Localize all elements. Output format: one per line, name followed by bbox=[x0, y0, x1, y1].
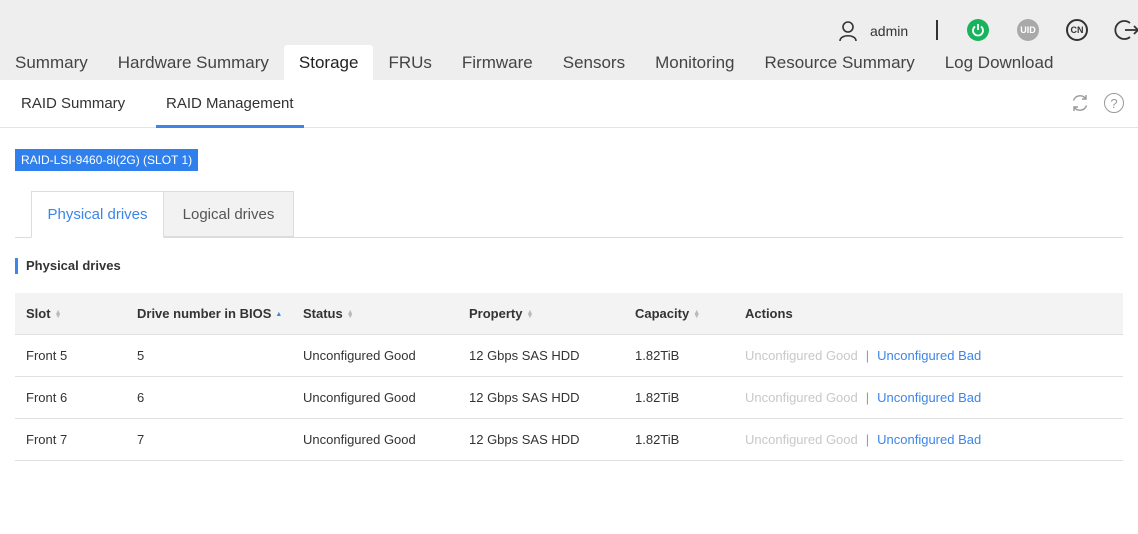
tab-resource-summary[interactable]: Resource Summary bbox=[749, 45, 929, 80]
table-header: Slot ▲ ▼ Drive number in BIOS ▲ Status ▲ ▼ Pr… bbox=[15, 293, 1123, 335]
cell-status: Unconfigured Good bbox=[303, 432, 416, 447]
action-separator: | bbox=[865, 432, 870, 447]
action-separator: | bbox=[865, 348, 870, 363]
cell-bios: 6 bbox=[137, 390, 145, 405]
physical-drives-table: Slot ▲ ▼ Drive number in BIOS ▲ Status ▲ ▼ Pr… bbox=[15, 293, 1123, 461]
tab-log-download[interactable]: Log Download bbox=[930, 45, 1069, 80]
cell-capacity: 1.82TiB bbox=[635, 348, 680, 363]
tab-storage[interactable]: Storage bbox=[283, 45, 374, 80]
table-row: Front 5 5 Unconfigured Good 12 Gbps SAS … bbox=[15, 335, 1123, 377]
cell-actions: Unconfigured Good | Unconfigured Bad bbox=[745, 377, 981, 418]
action-unconfigured-good: Unconfigured Good bbox=[745, 432, 858, 447]
section-title: Physical drives bbox=[15, 257, 121, 274]
sort-icon[interactable]: ▲ ▼ bbox=[55, 309, 62, 320]
column-header-slot[interactable]: Slot ▲ ▼ bbox=[26, 293, 62, 334]
username: admin bbox=[870, 23, 909, 39]
column-header-label: Drive number in BIOS bbox=[137, 306, 272, 321]
power-icon[interactable] bbox=[967, 19, 989, 41]
header-divider bbox=[936, 20, 938, 40]
column-header-property[interactable]: Property ▲ ▼ bbox=[469, 293, 533, 334]
main-nav: Summary Hardware Summary Storage FRUs Fi… bbox=[0, 45, 1068, 80]
table-row: Front 6 6 Unconfigured Good 12 Gbps SAS … bbox=[15, 377, 1123, 419]
sort-asc-icon[interactable]: ▲ bbox=[275, 311, 282, 318]
cell-bios: 7 bbox=[137, 432, 145, 447]
action-unconfigured-bad[interactable]: Unconfigured Bad bbox=[877, 432, 981, 447]
cell-bios: 5 bbox=[137, 348, 145, 363]
tab-firmware[interactable]: Firmware bbox=[447, 45, 548, 80]
top-bar: admin UID CN Summary Hardware Summary St… bbox=[0, 0, 1138, 80]
controller-label[interactable]: RAID-LSI-9460-8i(2G) (SLOT 1) bbox=[15, 149, 199, 171]
column-header-bios[interactable]: Drive number in BIOS ▲ bbox=[137, 293, 282, 334]
table-row: Front 7 7 Unconfigured Good 12 Gbps SAS … bbox=[15, 419, 1123, 461]
tab-summary[interactable]: Summary bbox=[0, 45, 103, 80]
cell-status: Unconfigured Good bbox=[303, 348, 416, 363]
column-header-status[interactable]: Status ▲ ▼ bbox=[303, 293, 354, 334]
action-unconfigured-bad[interactable]: Unconfigured Bad bbox=[877, 348, 981, 363]
subtab-raid-summary[interactable]: RAID Summary bbox=[21, 80, 125, 127]
action-unconfigured-good: Unconfigured Good bbox=[745, 390, 858, 405]
sort-icon[interactable]: ▲ ▼ bbox=[347, 309, 354, 320]
user-menu[interactable]: admin bbox=[838, 18, 908, 44]
tab-monitoring[interactable]: Monitoring bbox=[640, 45, 749, 80]
refresh-icon[interactable] bbox=[1069, 92, 1091, 114]
tab-logical-drives[interactable]: Logical drives bbox=[164, 191, 294, 237]
cell-property: 12 Gbps SAS HDD bbox=[469, 432, 580, 447]
help-icon[interactable]: ? bbox=[1104, 93, 1124, 113]
cell-status: Unconfigured Good bbox=[303, 390, 416, 405]
tab-hardware-summary[interactable]: Hardware Summary bbox=[103, 45, 284, 80]
user-icon bbox=[838, 20, 858, 42]
sub-nav: RAID Summary RAID Management bbox=[0, 80, 1138, 128]
cell-property: 12 Gbps SAS HDD bbox=[469, 348, 580, 363]
action-unconfigured-bad[interactable]: Unconfigured Bad bbox=[877, 390, 981, 405]
column-header-label: Property bbox=[469, 306, 523, 321]
cell-actions: Unconfigured Good | Unconfigured Bad bbox=[745, 419, 981, 460]
column-header-label: Slot bbox=[26, 306, 51, 321]
column-header-capacity[interactable]: Capacity ▲ ▼ bbox=[635, 293, 700, 334]
language-icon[interactable]: CN bbox=[1066, 19, 1088, 41]
sort-icon[interactable]: ▲ ▼ bbox=[526, 309, 533, 320]
cell-slot: Front 7 bbox=[26, 432, 68, 447]
section-title-bar bbox=[15, 257, 18, 274]
tab-sensors[interactable]: Sensors bbox=[548, 45, 640, 80]
cell-property: 12 Gbps SAS HDD bbox=[469, 390, 580, 405]
logout-icon[interactable] bbox=[1114, 17, 1138, 43]
cell-slot: Front 6 bbox=[26, 390, 68, 405]
uid-icon[interactable]: UID bbox=[1017, 19, 1039, 41]
cell-actions: Unconfigured Good | Unconfigured Bad bbox=[745, 335, 981, 376]
column-header-label: Status bbox=[303, 306, 343, 321]
drive-tabs: Physical drives Logical drives bbox=[15, 191, 1123, 238]
action-unconfigured-good: Unconfigured Good bbox=[745, 348, 858, 363]
tab-physical-drives[interactable]: Physical drives bbox=[31, 191, 164, 238]
section-title-text: Physical drives bbox=[26, 258, 121, 273]
sort-icon[interactable]: ▲ ▼ bbox=[693, 309, 700, 320]
column-header-actions: Actions bbox=[745, 306, 793, 321]
action-separator: | bbox=[865, 390, 870, 405]
cell-capacity: 1.82TiB bbox=[635, 432, 680, 447]
cell-capacity: 1.82TiB bbox=[635, 390, 680, 405]
tab-frus[interactable]: FRUs bbox=[373, 45, 446, 80]
subtab-raid-management[interactable]: RAID Management bbox=[156, 80, 304, 128]
column-header-label: Capacity bbox=[635, 306, 690, 321]
cell-slot: Front 5 bbox=[26, 348, 68, 363]
